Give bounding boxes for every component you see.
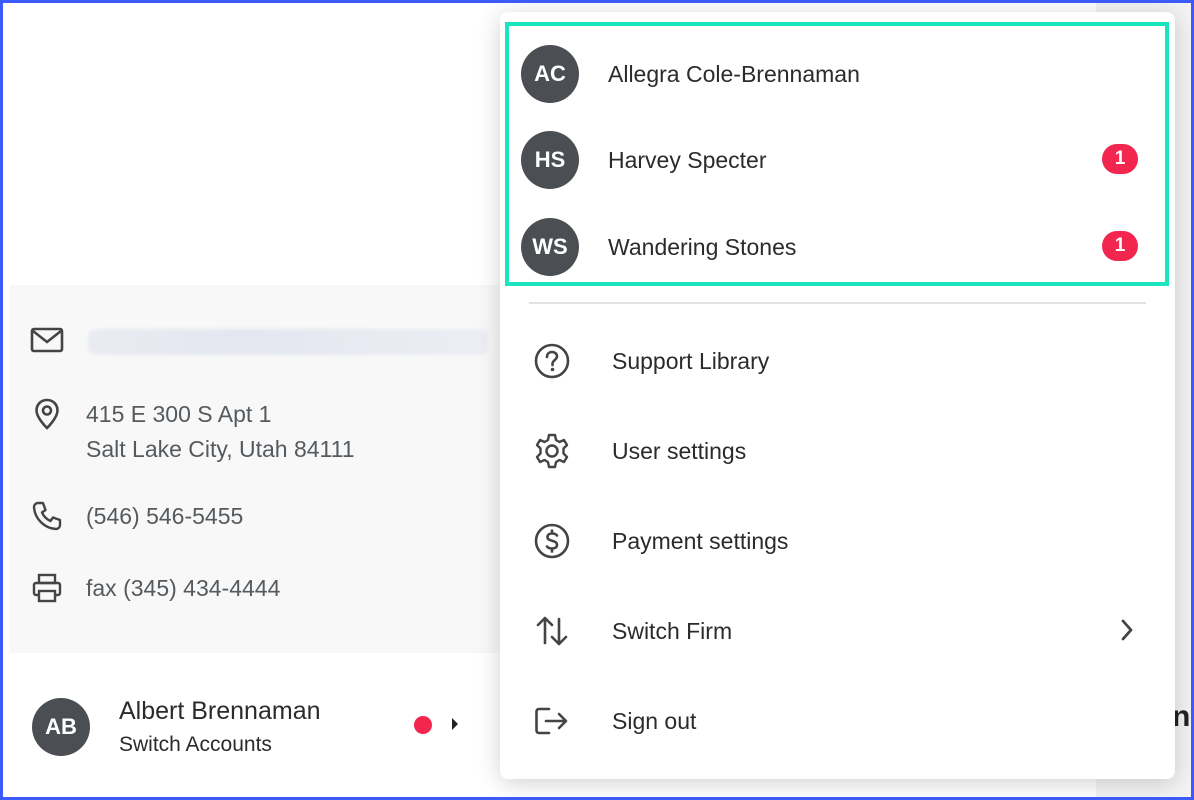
contact-info-panel: 415 E 300 S Apt 1 Salt Lake City, Utah 8… [10,285,517,653]
sign-out-icon [532,701,572,741]
avatar: AC [521,45,579,103]
address-text: 415 E 300 S Apt 1 Salt Lake City, Utah 8… [86,397,355,467]
menu-item-sign-out[interactable]: Sign out [532,696,1152,746]
address-row: 415 E 300 S Apt 1 Salt Lake City, Utah 8… [30,397,355,467]
chevron-right-icon [1120,618,1134,647]
switch-accounts-label: Switch Accounts [119,733,272,756]
address-line2: Salt Lake City, Utah 84111 [86,436,355,462]
notification-badge: 1 [1102,231,1138,261]
menu-item-switch-firm[interactable]: Switch Firm [532,606,1152,656]
email-row [30,323,488,357]
account-item-allegra[interactable]: AC Allegra Cole-Brennaman [521,45,1141,105]
fax-text: fax (345) 434-4444 [86,575,281,601]
account-switcher[interactable]: AB Albert Brennaman Switch Accounts [10,653,500,797]
menu-item-label: Payment settings [612,528,789,554]
email-value-redacted [88,329,488,355]
location-pin-icon [30,397,64,431]
menu-item-label: Sign out [612,708,697,734]
printer-icon [30,571,64,605]
help-circle-icon [532,341,572,381]
menu-item-user-settings[interactable]: User settings [532,426,1152,476]
avatar: WS [521,218,579,276]
profile-card-top [3,3,500,285]
user-dropdown-menu: AC Allegra Cole-Brennaman HS Harvey Spec… [500,12,1175,779]
account-name: Allegra Cole-Brennaman [608,61,860,87]
menu-item-label: User settings [612,438,747,464]
account-name: Harvey Specter [608,147,767,173]
phone-row: (546) 546-5455 [30,499,243,534]
dollar-circle-icon [532,521,572,561]
fax-row: fax (345) 434-4444 [30,571,280,606]
caret-right-icon [450,716,460,737]
avatar: AB [32,698,90,756]
account-item-wandering-stones[interactable]: WS Wandering Stones 1 [521,218,1141,278]
menu-item-support-library[interactable]: Support Library [532,336,1152,386]
notification-badge: 1 [1102,144,1138,174]
account-item-harvey[interactable]: HS Harvey Specter 1 [521,131,1141,191]
mail-icon [30,323,64,357]
swap-vertical-icon [532,611,572,651]
menu-item-label: Switch Firm [612,618,733,644]
avatar: HS [521,131,579,189]
phone-icon [30,499,64,533]
gear-icon [532,431,572,471]
account-name: Wandering Stones [608,234,797,260]
current-user-name: Albert Brennaman [119,697,321,725]
menu-divider [529,302,1146,304]
menu-item-label: Support Library [612,348,770,374]
notification-dot [414,716,432,734]
menu-item-payment-settings[interactable]: Payment settings [532,516,1152,566]
phone-text: (546) 546-5455 [86,503,244,529]
address-line1: 415 E 300 S Apt 1 [86,401,272,427]
